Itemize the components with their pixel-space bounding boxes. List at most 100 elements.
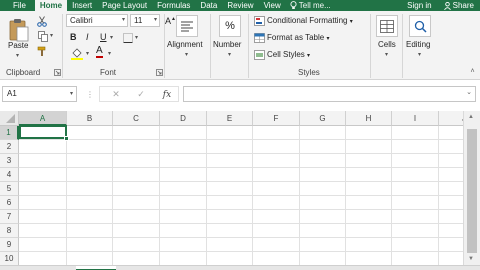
cells-dropdown[interactable]: ▾ <box>385 51 388 58</box>
tab-data[interactable]: Data <box>195 0 222 11</box>
editing-label: Editing <box>406 40 431 49</box>
tab-formulas[interactable]: Formulas <box>152 0 195 11</box>
grid-row-line <box>19 195 463 196</box>
vertical-scrollbar[interactable]: ▲ ▼ <box>463 111 480 265</box>
borders-dropdown[interactable]: ▾ <box>135 34 138 41</box>
fill-color-dropdown[interactable]: ▾ <box>86 50 89 57</box>
share-button[interactable]: Share <box>438 0 480 11</box>
copy-dropdown[interactable]: ▾ <box>50 32 53 39</box>
clipboard-launcher[interactable] <box>54 69 61 76</box>
column-header-h[interactable]: H <box>346 111 392 126</box>
number-label: Number <box>213 40 242 49</box>
italic-button[interactable]: I <box>86 32 89 42</box>
alignment-dropdown[interactable]: ▾ <box>185 51 188 58</box>
cell-styles-label: Cell Styles <box>267 50 305 59</box>
row-header-2[interactable]: 2 <box>0 140 19 154</box>
scroll-down-icon[interactable]: ▼ <box>468 256 474 262</box>
cells-button[interactable] <box>376 15 398 37</box>
cells-grid-icon <box>380 19 394 33</box>
column-header-g[interactable]: G <box>300 111 346 126</box>
insert-function-icon[interactable]: fx <box>160 88 174 101</box>
chevron-up-icon: ˄ <box>470 68 475 75</box>
column-header-b[interactable]: B <box>67 111 113 126</box>
cut-button[interactable] <box>36 15 48 27</box>
copy-button[interactable] <box>36 30 50 42</box>
formula-bar-grip[interactable]: ⋮ <box>86 88 94 100</box>
conditional-formatting-icon <box>253 15 265 26</box>
grid-row-line <box>19 181 463 182</box>
percent-icon: % <box>225 20 235 32</box>
formula-input[interactable]: ⌄ <box>183 86 476 102</box>
format-painter-button[interactable] <box>36 45 49 57</box>
column-header-f[interactable]: F <box>253 111 300 126</box>
column-header-a[interactable]: A <box>19 111 67 126</box>
cell-styles-icon <box>253 49 265 60</box>
row-header-6[interactable]: 6 <box>0 196 19 210</box>
editing-dropdown[interactable]: ▾ <box>418 51 421 58</box>
font-color-dropdown[interactable]: ▾ <box>108 50 111 57</box>
row-header-10[interactable]: 10 <box>0 252 19 265</box>
format-as-table-button[interactable]: Format as Table ▾ <box>267 33 329 42</box>
number-format-button[interactable]: % <box>219 15 241 37</box>
sign-in-link[interactable]: Sign in <box>401 0 437 11</box>
column-header-i[interactable]: I <box>392 111 439 126</box>
formula-bar: A1 ▾ ⋮ ✕ ✓ fx ⌄ <box>0 80 480 108</box>
paste-label: Paste <box>8 41 29 50</box>
grow-font-button[interactable]: A▲ <box>165 16 176 26</box>
underline-dropdown[interactable]: ▾ <box>110 34 113 41</box>
column-header-c[interactable]: C <box>113 111 160 126</box>
paste-icon <box>9 19 29 42</box>
row-header-3[interactable]: 3 <box>0 154 19 168</box>
enter-icon[interactable]: ✓ <box>135 88 147 101</box>
fill-handle[interactable] <box>64 136 69 141</box>
tab-view[interactable]: View <box>259 0 286 11</box>
underline-button[interactable]: U <box>100 32 107 42</box>
tab-review[interactable]: Review <box>222 0 258 11</box>
column-header-d[interactable]: D <box>160 111 207 126</box>
editing-button[interactable] <box>409 15 431 37</box>
cells-label: Cells <box>378 40 396 49</box>
fill-color-button[interactable] <box>70 47 84 60</box>
bold-button[interactable]: B <box>70 32 77 42</box>
align-lines-icon <box>181 21 193 32</box>
borders-button[interactable] <box>122 32 134 43</box>
grid-row-line <box>19 209 463 210</box>
conditional-formatting-button[interactable]: Conditional Formatting ▾ <box>267 16 353 25</box>
row-header-1[interactable]: 1 <box>0 126 19 140</box>
name-box[interactable]: A1 ▾ <box>2 86 77 102</box>
row-header-9[interactable]: 9 <box>0 238 19 252</box>
scroll-up-icon[interactable]: ▲ <box>468 114 474 120</box>
brush-icon <box>37 46 46 56</box>
tab-page-layout[interactable]: Page Layout <box>97 0 152 11</box>
number-dropdown[interactable]: ▾ <box>228 51 231 58</box>
font-size-combo[interactable]: 11 ▾ <box>130 14 160 27</box>
tab-home[interactable]: Home <box>34 0 68 11</box>
worksheet-grid[interactable]: ABCDEFGHIJ 12345678910 <box>0 111 480 265</box>
column-header-e[interactable]: E <box>207 111 253 126</box>
row-header-7[interactable]: 7 <box>0 210 19 224</box>
tab-insert[interactable]: Insert <box>67 0 97 11</box>
tab-file[interactable]: File <box>0 0 35 11</box>
collapse-ribbon-button[interactable]: ˄ <box>468 67 477 76</box>
format-as-table-label: Format as Table <box>267 33 325 42</box>
select-all-corner[interactable] <box>0 111 19 126</box>
name-box-value: A1 <box>7 89 17 98</box>
font-color-button[interactable]: A <box>96 46 103 58</box>
tell-me-box[interactable]: Tell me... <box>286 0 335 11</box>
row-header-5[interactable]: 5 <box>0 182 19 196</box>
cell-styles-icon-wrap <box>253 49 265 60</box>
font-launcher[interactable] <box>156 69 163 76</box>
sheet-tab[interactable] <box>76 266 116 270</box>
grid-row-line <box>19 139 463 140</box>
alignment-label: Alignment <box>167 40 203 49</box>
expand-formula-icon[interactable]: ⌄ <box>466 88 472 96</box>
row-header-4[interactable]: 4 <box>0 168 19 182</box>
font-name-combo[interactable]: Calibri ▾ <box>66 14 128 27</box>
paste-dropdown[interactable]: ▾ <box>16 52 19 59</box>
cell-styles-button[interactable]: Cell Styles ▾ <box>267 50 310 59</box>
alignment-button[interactable] <box>176 15 198 37</box>
row-header-8[interactable]: 8 <box>0 224 19 238</box>
cancel-icon[interactable]: ✕ <box>110 88 122 101</box>
scrollbar-thumb[interactable] <box>467 129 477 253</box>
copy-icon <box>37 30 48 42</box>
